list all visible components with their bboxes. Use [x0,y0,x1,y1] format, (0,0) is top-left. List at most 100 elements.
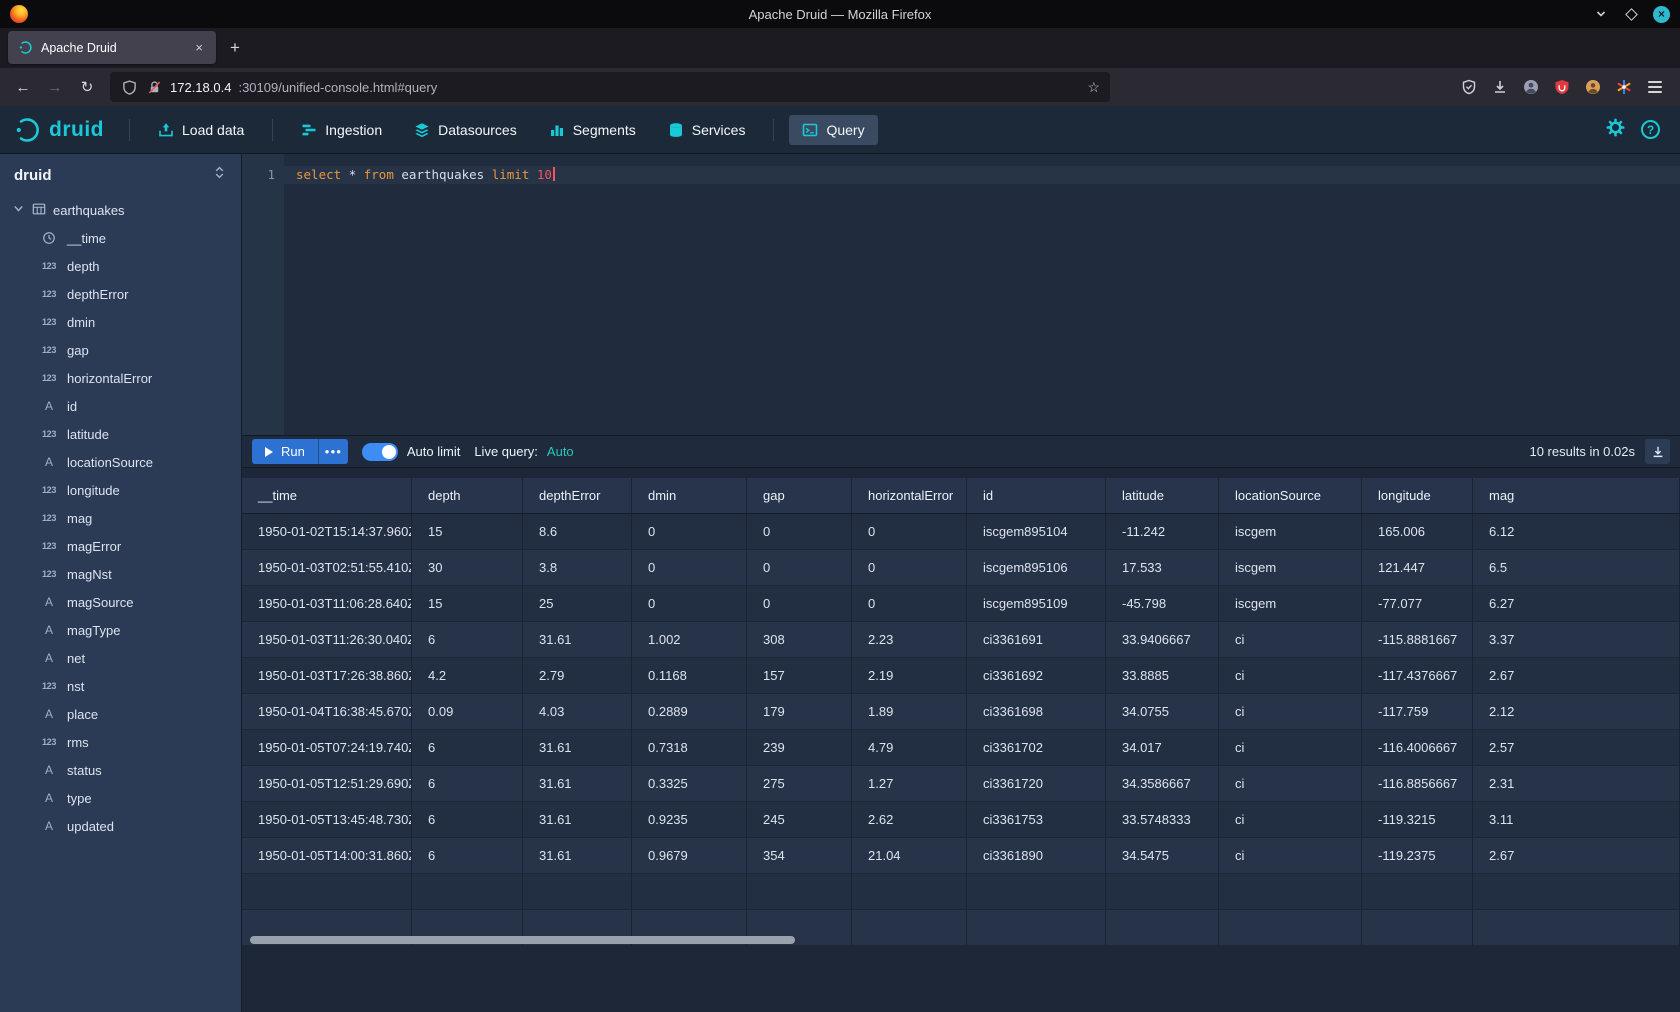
cell[interactable]: -119.3215 [1362,802,1473,838]
cell[interactable]: 0 [632,514,747,550]
shield-check-icon[interactable] [1460,78,1478,96]
column-item-depth[interactable]: 123depth [0,252,241,280]
cell[interactable]: 2.19 [852,658,967,694]
cell[interactable]: 308 [747,622,852,658]
load-data-button[interactable]: Load data [145,115,257,145]
cell[interactable]: iscgem [1219,586,1362,622]
column-header-depthError[interactable]: depthError [523,478,632,514]
cell[interactable]: ci [1219,622,1362,658]
cell[interactable]: ci3361698 [967,694,1106,730]
column-header-__time[interactable]: __time [242,478,412,514]
cell[interactable]: ci [1219,802,1362,838]
column-item-id[interactable]: Aid [0,392,241,420]
nav-item-query[interactable]: Query [789,115,877,145]
column-item-updated[interactable]: Aupdated [0,812,241,840]
cell[interactable]: 245 [747,802,852,838]
cell[interactable]: 1950-01-05T14:00:31.860Z [242,838,412,874]
cell[interactable]: 15 [412,586,523,622]
cell[interactable]: 0.3325 [632,766,747,802]
cell[interactable]: -11.242 [1106,514,1219,550]
column-item-magType[interactable]: AmagType [0,616,241,644]
column-item-place[interactable]: Aplace [0,700,241,728]
cell[interactable]: 17.533 [1106,550,1219,586]
query-editor[interactable]: 1 select * from earthquakes limit 10 [242,154,1680,435]
nav-item-services[interactable]: Services [655,115,759,145]
cell[interactable]: ci3361692 [967,658,1106,694]
cell[interactable]: 33.5748333 [1106,802,1219,838]
cell[interactable]: 2.79 [523,658,632,694]
cell[interactable]: 0 [747,586,852,622]
run-button[interactable]: Run [252,439,318,464]
cell[interactable]: 0.9235 [632,802,747,838]
profile-avatar-icon[interactable] [1584,78,1602,96]
cell[interactable]: 1950-01-04T16:38:45.670Z [242,694,412,730]
cell[interactable]: 2.67 [1473,658,1680,694]
cell[interactable]: 3.11 [1473,802,1680,838]
window-shade-icon[interactable] [1593,6,1609,22]
browser-tab[interactable]: Apache Druid × [8,31,216,64]
cell[interactable]: 1950-01-05T12:51:29.690Z [242,766,412,802]
column-item-status[interactable]: Astatus [0,756,241,784]
cell[interactable]: 4.2 [412,658,523,694]
back-button[interactable]: ← [8,73,38,101]
cell[interactable]: 25 [523,586,632,622]
cell[interactable]: ci3361702 [967,730,1106,766]
cell[interactable]: 31.61 [523,838,632,874]
cell[interactable]: 21.04 [852,838,967,874]
column-header-id[interactable]: id [967,478,1106,514]
cell[interactable]: 1950-01-03T11:26:30.040Z [242,622,412,658]
cell[interactable]: 31.61 [523,766,632,802]
cell[interactable]: 6 [412,730,523,766]
table-item-earthquakes[interactable]: earthquakes [0,196,241,224]
cell[interactable]: 2.67 [1473,838,1680,874]
url-bar[interactable]: 172.18.0.4:30109/unified-console.html#qu… [110,72,1110,102]
cell[interactable]: -119.2375 [1362,838,1473,874]
column-header-gap[interactable]: gap [747,478,852,514]
cell[interactable]: 34.017 [1106,730,1219,766]
cell[interactable]: ci [1219,766,1362,802]
cell[interactable]: 34.3586667 [1106,766,1219,802]
cell[interactable]: 8.6 [523,514,632,550]
column-item-rms[interactable]: 123rms [0,728,241,756]
cell[interactable]: 157 [747,658,852,694]
cell[interactable]: 0.1168 [632,658,747,694]
window-maximize-icon[interactable] [1623,6,1639,22]
cell[interactable]: iscgem [1219,550,1362,586]
help-icon[interactable]: ? [1641,120,1660,139]
cell[interactable]: 34.5475 [1106,838,1219,874]
cell[interactable]: 6 [412,622,523,658]
cell[interactable]: 1950-01-05T07:24:19.740Z [242,730,412,766]
cell[interactable]: ci3361691 [967,622,1106,658]
column-header-dmin[interactable]: dmin [632,478,747,514]
cell[interactable]: 179 [747,694,852,730]
column-item-dmin[interactable]: 123dmin [0,308,241,336]
cell[interactable]: ci [1219,730,1362,766]
bookmark-star-icon[interactable]: ☆ [1087,79,1100,96]
cell[interactable]: 31.61 [523,730,632,766]
column-item-type[interactable]: Atype [0,784,241,812]
window-close-button[interactable]: × [1653,6,1670,23]
column-header-longitude[interactable]: longitude [1362,478,1473,514]
column-item-__time[interactable]: __time [0,224,241,252]
column-item-gap[interactable]: 123gap [0,336,241,364]
tracking-shield-icon[interactable] [120,78,138,96]
cell[interactable]: 1950-01-05T13:45:48.730Z [242,802,412,838]
cell[interactable]: -117.759 [1362,694,1473,730]
cell[interactable]: iscgem895106 [967,550,1106,586]
nav-item-segments[interactable]: Segments [536,115,649,145]
download-results-button[interactable] [1645,439,1670,464]
cell[interactable]: 0 [632,586,747,622]
cell[interactable]: 1.27 [852,766,967,802]
cell[interactable]: 15 [412,514,523,550]
cell[interactable]: 2.57 [1473,730,1680,766]
column-item-net[interactable]: Anet [0,644,241,672]
tab-close-icon[interactable]: × [191,39,207,56]
extension-asterisk-icon[interactable] [1615,78,1633,96]
cell[interactable]: 1.002 [632,622,747,658]
cell[interactable]: 2.12 [1473,694,1680,730]
cell[interactable]: ci3361890 [967,838,1106,874]
cell[interactable]: ci [1219,694,1362,730]
cell[interactable]: iscgem [1219,514,1362,550]
cell[interactable]: 6 [412,802,523,838]
cell[interactable]: 275 [747,766,852,802]
